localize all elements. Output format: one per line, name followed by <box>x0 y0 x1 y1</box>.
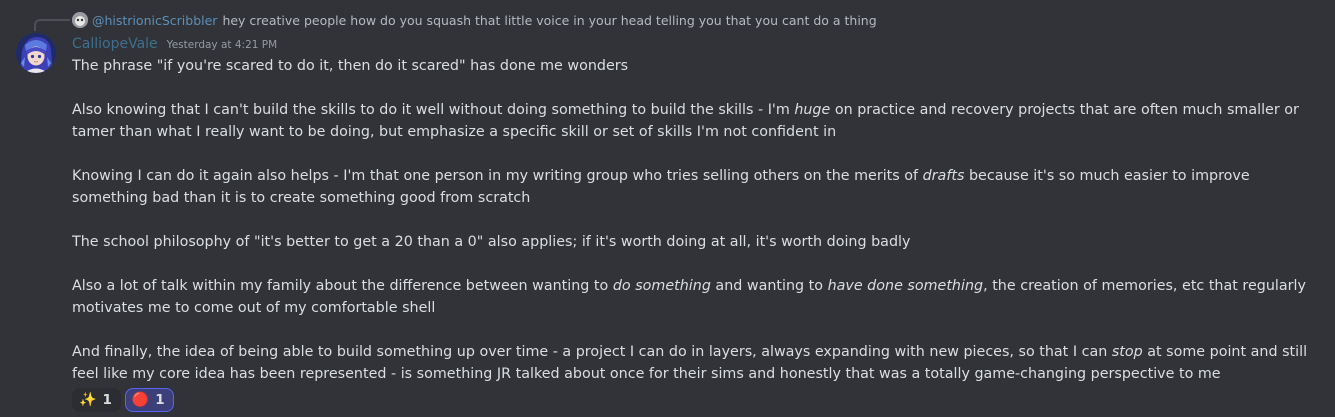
message-paragraph: Also a lot of talk within my family abou… <box>72 275 1317 319</box>
message-text: Also knowing that I can't build the skil… <box>72 102 795 118</box>
message-text: Also a lot of talk within my family abou… <box>72 278 613 294</box>
message-header: CalliopeVale Yesterday at 4:21 PM <box>72 36 277 52</box>
reaction-button[interactable]: 🔴 1 <box>124 388 174 412</box>
reply-preview[interactable]: @histrionicScribbler hey creative people… <box>72 11 877 29</box>
timestamp[interactable]: Yesterday at 4:21 PM <box>167 39 278 51</box>
emphasized-text: drafts <box>922 168 965 184</box>
message-paragraph: The school philosophy of "it's better to… <box>72 231 1317 253</box>
reaction-count: 1 <box>102 392 112 408</box>
message-paragraph: Also knowing that I can't build the skil… <box>72 99 1317 143</box>
reply-connector-line <box>34 19 70 31</box>
reply-text[interactable]: hey creative people how do you squash th… <box>222 13 876 28</box>
reply-username[interactable]: @histrionicScribbler <box>92 13 217 28</box>
emphasized-text: stop <box>1111 344 1143 360</box>
emphasized-text: huge <box>794 102 831 118</box>
username[interactable]: CalliopeVale <box>72 36 158 52</box>
emphasized-text: do something <box>612 278 711 294</box>
message-paragraph: And finally, the idea of being able to b… <box>72 341 1317 385</box>
message-text: And finally, the idea of being able to b… <box>72 344 1112 360</box>
message-text: and wanting to <box>710 278 828 294</box>
message-text: The school philosophy of "it's better to… <box>72 234 911 250</box>
emphasized-text: have done something <box>827 278 984 294</box>
reply-avatar[interactable] <box>72 12 88 28</box>
message-text: Knowing I can do it again also helps - I… <box>72 168 923 184</box>
reactions-bar: ✨ 1 🔴 1 <box>72 388 174 412</box>
message-paragraph: Knowing I can do it again also helps - I… <box>72 165 1317 209</box>
message-content: The phrase "if you're scared to do it, t… <box>72 55 1317 385</box>
avatar[interactable] <box>16 33 56 73</box>
message-paragraph: The phrase "if you're scared to do it, t… <box>72 55 1317 77</box>
message-text: The phrase "if you're scared to do it, t… <box>72 58 629 74</box>
chat-message: @histrionicScribbler hey creative people… <box>0 0 1335 417</box>
reaction-count: 1 <box>155 392 165 408</box>
sparkles-icon: ✨ <box>79 392 97 408</box>
reaction-button[interactable]: ✨ 1 <box>72 388 121 412</box>
red-balloon-icon: 🔴 <box>131 392 150 408</box>
